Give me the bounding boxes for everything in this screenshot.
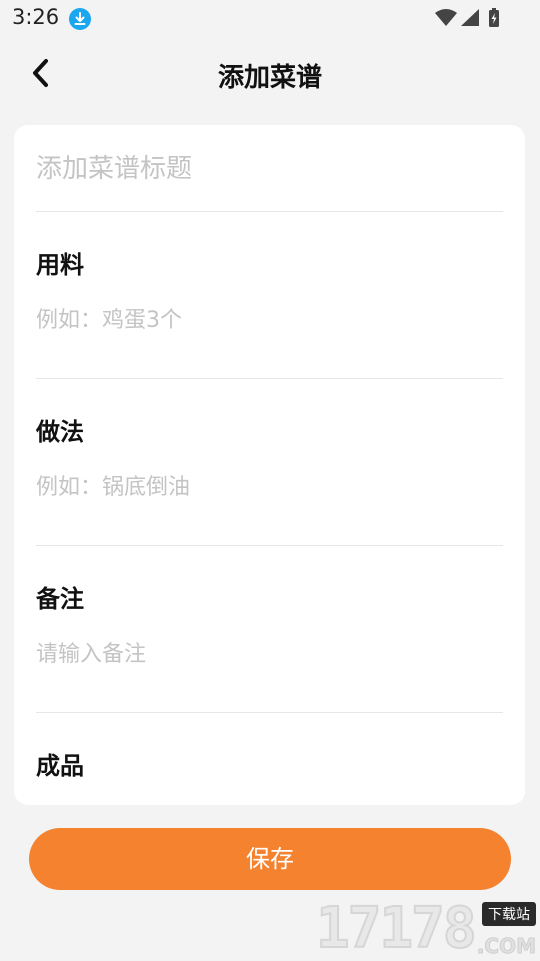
ingredients-input[interactable]: [36, 302, 496, 338]
status-time: 3:26: [12, 5, 60, 29]
recipe-form-card: 用料 做法 备注 成品: [14, 125, 525, 805]
signal-icon: [461, 9, 479, 26]
notes-input[interactable]: [36, 636, 496, 672]
recipe-title-input[interactable]: [36, 147, 496, 191]
status-bar: 3:26: [0, 0, 540, 36]
steps-input[interactable]: [36, 469, 496, 505]
system-status-icons: [435, 8, 499, 27]
watermark-logo: 17178 下载站 .COM: [315, 896, 538, 961]
page-title: 添加菜谱: [217, 63, 322, 93]
download-icon: [69, 8, 91, 30]
save-button[interactable]: 保存: [29, 828, 511, 890]
watermark-tag: 下载站: [482, 902, 536, 926]
battery-charging-icon: [489, 8, 499, 27]
navigation-bar: 添加菜谱: [0, 40, 540, 106]
divider: [36, 211, 503, 212]
finished-dish-label: 成品: [36, 752, 84, 780]
ingredients-label: 用料: [36, 251, 84, 279]
notes-label: 备注: [36, 585, 84, 613]
watermark-number: 17178: [315, 896, 478, 961]
divider: [36, 545, 503, 546]
steps-label: 做法: [36, 418, 84, 446]
wifi-icon: [435, 9, 457, 26]
divider: [36, 378, 503, 379]
divider: [36, 712, 503, 713]
watermark-suffix: .COM: [476, 934, 536, 959]
